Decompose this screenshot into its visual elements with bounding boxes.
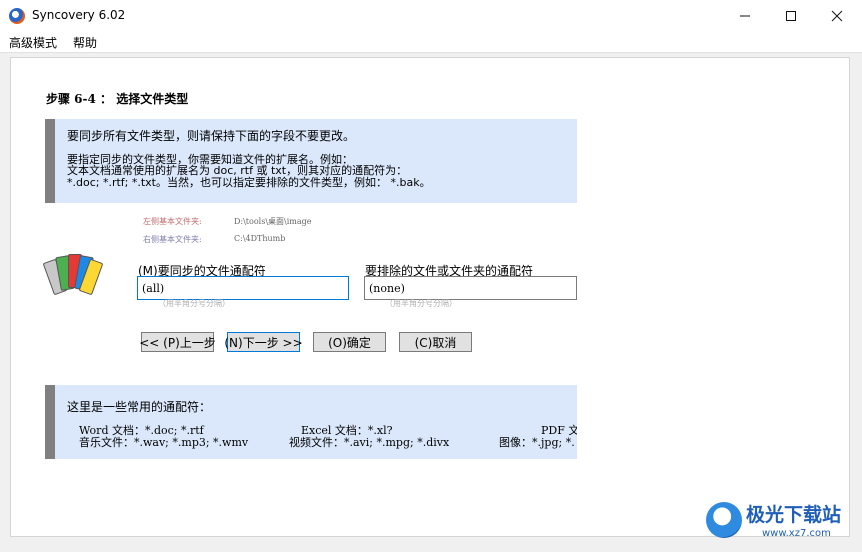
minimize-icon (740, 15, 750, 16)
previous-button[interactable]: << (P)上一步 (139, 332, 216, 352)
title-bar: Syncovery 6.02 (0, 0, 862, 31)
close-button[interactable] (814, 0, 860, 31)
common-mask-video: 视频文件：*.avi; *.mpg; *.divx (289, 436, 450, 449)
right-base-folder-path: C:\4DThumb (234, 234, 286, 243)
ok-button[interactable]: (O)确定 (313, 332, 386, 352)
left-base-folder-label: 左侧基本文件夹: (143, 217, 202, 226)
syncovery-app-icon (9, 8, 25, 24)
next-button[interactable]: (N)下一步 >> (224, 332, 303, 352)
include-mask-input[interactable] (137, 276, 349, 300)
maximize-icon (786, 10, 796, 21)
exclude-mask-hint: （用半角分号分隔） (385, 299, 457, 308)
watermark-logo-icon (706, 502, 742, 538)
menu-help[interactable]: 帮助 (73, 34, 97, 51)
watermark-text: 极光下载站 (746, 504, 842, 526)
include-mask-hint: （用半角分号分隔） (158, 299, 230, 308)
common-mask-music: 音乐文件：*.wav; *.mp3; *.wmv (79, 436, 249, 449)
common-mask-image: 图像：*.jpg; *. (499, 436, 575, 449)
info-line: 要同步所有文件类型，则请保持下面的字段不要更改。 (67, 129, 356, 143)
info-box: 要同步所有文件类型，则请保持下面的字段不要更改。 要指定同步的文件类型，你需要知… (45, 119, 577, 203)
cancel-button[interactable]: (C)取消 (399, 332, 472, 352)
menu-bar: 高级模式 帮助 (0, 31, 862, 53)
exclude-mask-input[interactable] (364, 276, 577, 300)
info-line: 文本文档通常使用的扩展名为 doc, rtf 或 txt，则其对应的通配符为： (67, 164, 408, 177)
common-masks-box: 这里是一些常用的通配符： Word 文档：*.doc; *.rtf Excel … (45, 385, 577, 459)
window-title: Syncovery 6.02 (32, 8, 126, 22)
watermark-url: www.xz7.com (762, 528, 831, 539)
file-types-icon (42, 252, 104, 300)
menu-advanced-mode[interactable]: 高级模式 (9, 34, 57, 51)
watermark: 极光下载站 www.xz7.com (706, 498, 856, 544)
step-title: 步骤 6-4 ： 选择文件类型 (46, 92, 189, 106)
close-icon (831, 10, 843, 21)
minimize-button[interactable] (722, 0, 768, 31)
common-masks-title: 这里是一些常用的通配符： (67, 400, 212, 414)
maximize-button[interactable] (768, 0, 814, 31)
info-line: *.doc; *.rtf; *.txt。当然，也可以指定要排除的文件类型，例如：… (67, 176, 431, 189)
left-base-folder-path: D:\tools\桌面\image (234, 217, 312, 226)
right-base-folder-label: 右侧基本文件夹: (143, 235, 202, 244)
